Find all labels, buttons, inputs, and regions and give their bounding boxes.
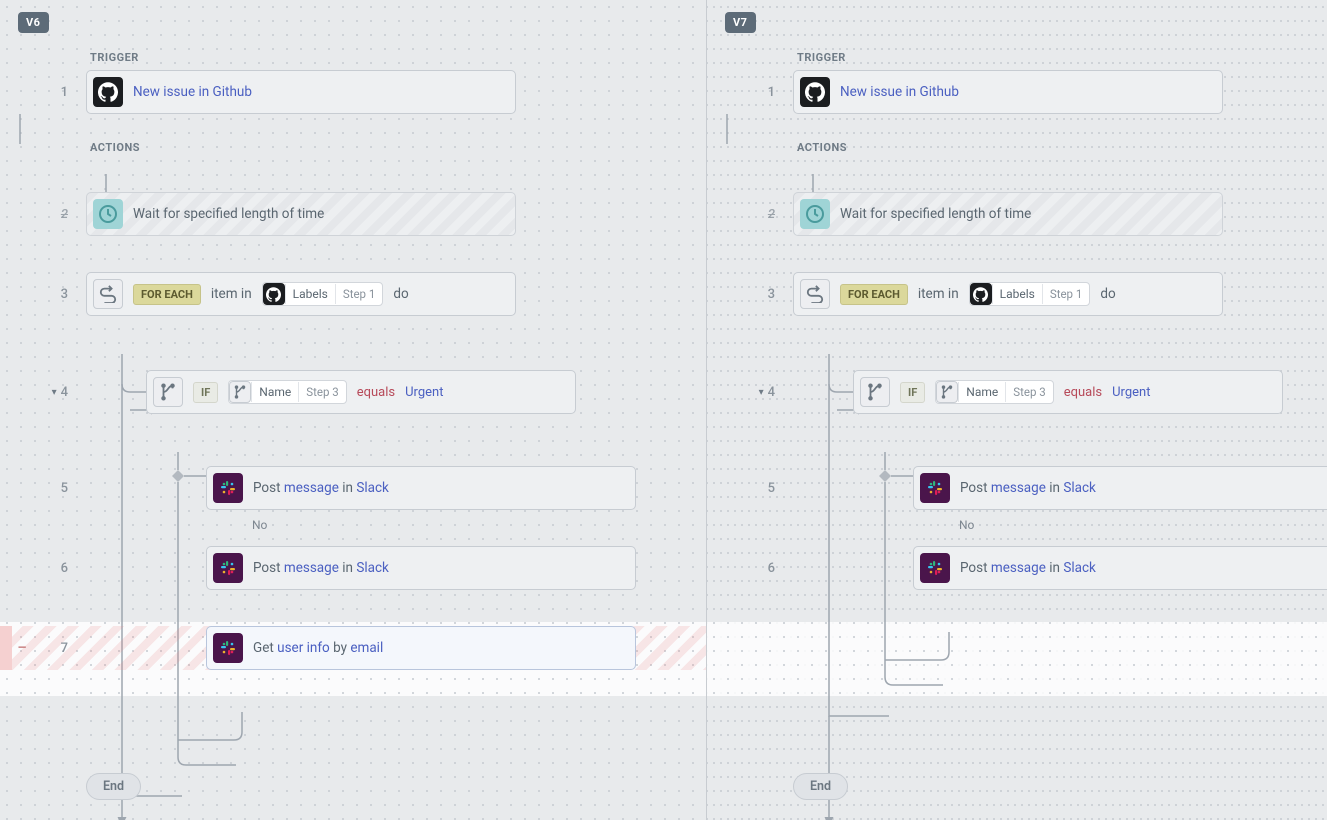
step-number: 3 [61,287,68,302]
step-number: 6 [61,561,68,576]
trigger-step[interactable]: New issue in Github [793,70,1223,114]
labels-pill[interactable]: Labels Step 1 [969,282,1091,306]
diff-canvas: V6 TRIGGER 1 New issue in Github [0,0,1327,820]
section-actions: ACTIONS [90,141,636,154]
github-icon [800,77,830,107]
step-number: 4 [768,385,775,400]
if-keyword: IF [193,382,218,403]
chevron-down-icon[interactable]: ▾ [52,387,57,398]
if-step[interactable]: IF Name Step 3 equals Urgent [853,370,1283,414]
version-badge-left: V6 [18,12,49,33]
foreach-keyword: FOR EACH [133,284,201,305]
slack-icon [213,553,243,583]
step-number: 2 [768,207,775,222]
column-v7: V7 ↻ + − ⤢ TRIGGER 1 New issue in Github [707,0,1327,820]
branch-icon [153,377,183,407]
slack-post-step-1[interactable]: Post message in Slack [206,466,636,510]
no-label: No [959,518,974,532]
foreach-keyword: FOR EACH [840,284,908,305]
foreach-step[interactable]: FOR EACH item in Labels Step 1 do [86,272,516,316]
github-icon [93,77,123,107]
loop-icon [93,279,123,309]
branch-icon [936,381,958,403]
name-pill[interactable]: Name Step 3 [228,380,346,404]
trigger-step[interactable]: New issue in Github [86,70,516,114]
if-step[interactable]: IF Name Step 3 equals Urgent [146,370,576,414]
github-icon [970,283,992,305]
slack-post-step-2[interactable]: Post message in Slack [913,546,1327,590]
section-actions: ACTIONS [797,141,1327,154]
slack-icon [213,473,243,503]
flow-right: TRIGGER 1 New issue in Github ACTIONS 2 [707,50,1327,808]
if-keyword: IF [900,382,925,403]
step-number: 4 [61,385,68,400]
no-label: No [252,518,267,532]
slack-icon [920,553,950,583]
section-trigger: TRIGGER [90,51,636,64]
flow-left: TRIGGER 1 New issue in Github ACTIONS [0,50,706,808]
branch-icon [229,381,251,403]
version-badge-right: V7 [725,12,756,33]
name-pill[interactable]: Name Step 3 [935,380,1053,404]
github-icon [263,283,285,305]
step-number: 1 [61,85,68,100]
wait-step[interactable]: Wait for specified length of time [793,192,1223,236]
step-number: 1 [768,85,775,100]
step-number: 3 [768,287,775,302]
slack-post-step-1[interactable]: Post message in Slack [913,466,1327,510]
section-trigger: TRIGGER [797,51,1327,64]
end-pill: End [793,773,848,800]
chevron-down-icon[interactable]: ▾ [759,387,764,398]
step-number: 7 [61,641,68,656]
step-number: 5 [61,481,68,496]
step-number: 2 [61,207,68,222]
clock-icon [800,199,830,229]
end-pill: End [86,773,141,800]
step-number: 6 [768,561,775,576]
slack-icon [920,473,950,503]
clock-icon [93,199,123,229]
loop-icon [800,279,830,309]
labels-pill[interactable]: Labels Step 1 [262,282,384,306]
slack-user-step[interactable]: Get user info by email [206,626,636,670]
column-v6: V6 TRIGGER 1 New issue in Github [0,0,707,820]
slack-icon [213,633,243,663]
wait-step[interactable]: Wait for specified length of time [86,192,516,236]
slack-post-step-2[interactable]: Post message in Slack [206,546,636,590]
foreach-step[interactable]: FOR EACH item in Labels Step 1 do [793,272,1223,316]
branch-icon [860,377,890,407]
step-number: 5 [768,481,775,496]
